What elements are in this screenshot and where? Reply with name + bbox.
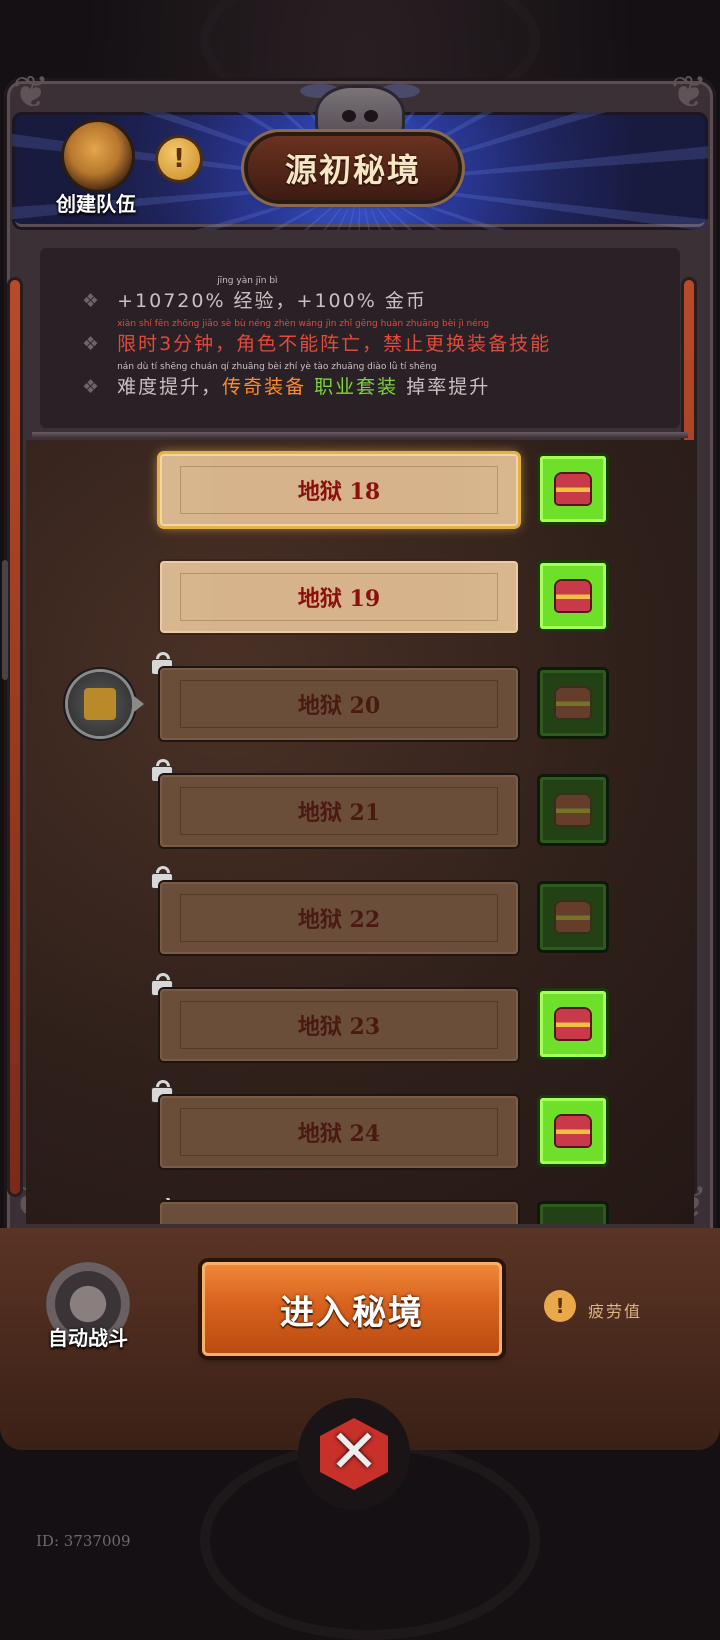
spacer-text — [306, 376, 314, 398]
reward-chest-button[interactable] — [540, 670, 606, 736]
class-set-text: 职业套装 — [314, 376, 399, 398]
reward-chest-button[interactable] — [540, 884, 606, 950]
bullet-icon: ❖ — [82, 333, 102, 355]
level-button[interactable]: 地狱 19 — [160, 561, 518, 633]
scrollbar[interactable] — [2, 560, 8, 680]
reward-chest-button[interactable] — [540, 456, 606, 522]
chest-icon — [556, 795, 590, 825]
user-id: ID: 3737009 — [36, 1532, 131, 1550]
close-icon: ✕ — [328, 1417, 380, 1487]
level-row[interactable]: 地狱 24 — [152, 1080, 682, 1172]
enter-realm-label: 进入秘境 — [280, 1292, 424, 1333]
reward-chest-button[interactable] — [540, 777, 606, 843]
level-row-partial[interactable] — [160, 1198, 682, 1224]
buff-text-part: 难度提升， — [117, 376, 223, 398]
page-title: 源初秘境 — [284, 151, 421, 189]
level-button-locked[interactable]: 地狱 20 — [160, 668, 518, 740]
level-button-locked[interactable]: 地狱 24 — [160, 1096, 518, 1168]
level-button-locked[interactable] — [160, 1202, 518, 1224]
pinyin: jīng yàn jīn bì — [217, 276, 278, 286]
chest-icon — [556, 688, 590, 718]
level-label: 地狱 20 — [297, 693, 381, 719]
level-button-selected[interactable]: 地狱 18 — [160, 454, 518, 526]
chest-icon — [556, 1116, 590, 1146]
buff-text: 限时3分钟，角色不能阵亡，禁止更换装备技能 — [117, 333, 552, 355]
level-button-locked[interactable]: 地狱 23 — [160, 989, 518, 1061]
auto-battle-label: 自动战斗 — [48, 1326, 128, 1350]
level-button-locked[interactable]: 地狱 21 — [160, 775, 518, 847]
buff-text: +10720% 经验，+100% 金币 — [117, 290, 427, 312]
chest-icon — [556, 581, 590, 611]
horn-helmet-icon — [64, 122, 132, 190]
bullet-icon: ❖ — [82, 290, 102, 312]
buff-line-reward: ❖ jīng yàn jīn bì +10720% 经验，+100% 金币 — [82, 276, 427, 313]
close-button[interactable]: ✕ — [298, 1398, 410, 1510]
buff-line-rules: ❖ xiàn shí fēn zhōng jiǎo sè bù néng zhè… — [82, 319, 552, 356]
level-row[interactable]: 地狱 18 — [160, 450, 682, 530]
level-row[interactable]: 地狱 21 — [152, 759, 682, 851]
left-rail — [10, 280, 20, 1194]
title-plate: 源初秘境 — [248, 136, 458, 200]
buff-line-droprate: ❖ nán dù tí shēng chuán qí zhuāng bèi zh… — [82, 362, 491, 399]
auto-battle-button[interactable]: 自动战斗 — [40, 1262, 140, 1362]
chest-icon — [556, 1009, 590, 1039]
divider — [32, 432, 688, 438]
current-progress-marker — [68, 672, 144, 736]
info-icon[interactable]: ! — [158, 138, 200, 180]
level-label: 地狱 19 — [297, 586, 381, 612]
chest-icon — [556, 902, 590, 932]
exclamation-icon: ! — [544, 1290, 576, 1322]
level-label: 地狱 22 — [297, 907, 381, 933]
clipboard-icon — [84, 688, 116, 720]
level-label: 地狱 18 — [297, 479, 381, 505]
level-row[interactable]: 地狱 22 — [152, 866, 682, 958]
chest-icon — [556, 474, 590, 504]
create-team-label: 创建队伍 — [56, 192, 136, 216]
enter-realm-button[interactable]: 进入秘境 — [202, 1262, 502, 1356]
level-row[interactable]: 地狱 19 — [160, 557, 682, 637]
level-label: 地狱 24 — [297, 1121, 381, 1147]
level-label: 地狱 23 — [297, 1014, 381, 1040]
bullet-icon: ❖ — [82, 376, 102, 398]
reward-chest-button[interactable] — [540, 1204, 606, 1224]
legendary-gear-text: 传奇装备 — [222, 376, 307, 398]
fatigue-label: 疲劳值 — [588, 1302, 643, 1321]
reward-chest-button[interactable] — [540, 991, 606, 1057]
level-row[interactable]: 地狱 23 — [152, 973, 682, 1065]
pinyin: xiàn shí fēn zhōng jiǎo sè bù néng zhèn … — [117, 319, 490, 329]
level-row[interactable]: 地狱 20 — [152, 652, 682, 744]
create-team-button[interactable]: 创建队伍 — [52, 122, 138, 216]
reward-chest-button[interactable] — [540, 563, 606, 629]
level-button-locked[interactable]: 地狱 22 — [160, 882, 518, 954]
level-label: 地狱 21 — [297, 800, 381, 826]
buff-text-part: 掉率提升 — [398, 376, 491, 398]
pinyin: nán dù tí shēng chuán qí zhuāng bèi zhí … — [117, 362, 437, 372]
reward-chest-button[interactable] — [540, 1098, 606, 1164]
